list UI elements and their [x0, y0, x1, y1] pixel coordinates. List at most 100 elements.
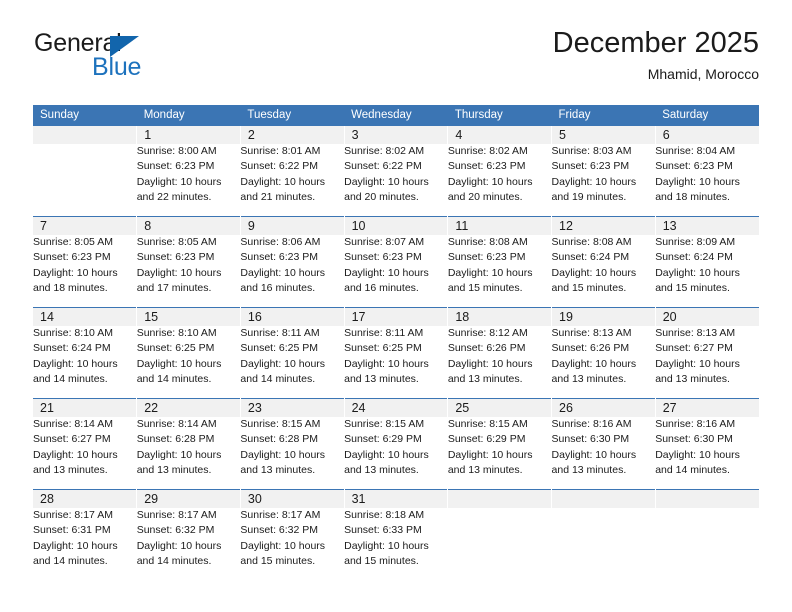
sun-times-text: Sunrise: 8:16 AM Sunset: 6:30 PM Dayligh…: [655, 418, 740, 477]
day-number-cell[interactable]: 5: [551, 126, 656, 144]
day-number: 3: [351, 128, 359, 142]
day-number-cell[interactable]: 11: [447, 216, 553, 235]
day-detail-cell[interactable]: Sunrise: 8:02 AM Sunset: 6:22 PM Dayligh…: [344, 144, 448, 217]
day-detail-cell[interactable]: Sunrise: 8:03 AM Sunset: 6:23 PM Dayligh…: [552, 144, 656, 217]
day-number-cell[interactable]: 19: [551, 307, 656, 326]
day-number-cell[interactable]: 3: [344, 126, 449, 144]
day-number: [33, 126, 136, 128]
day-detail-cell[interactable]: Sunrise: 8:08 AM Sunset: 6:24 PM Dayligh…: [552, 235, 656, 308]
weekday-header-tuesday: Tuesday: [240, 105, 345, 126]
day-detail-cell[interactable]: Sunrise: 8:11 AM Sunset: 6:25 PM Dayligh…: [344, 326, 448, 399]
empty-day-cell: [33, 126, 138, 144]
day-number-cell[interactable]: 28: [33, 489, 138, 508]
sun-times-text: Sunrise: 8:17 AM Sunset: 6:32 PM Dayligh…: [136, 509, 222, 568]
weekday-header-saturday: Saturday: [655, 105, 759, 126]
day-number-cell[interactable]: 29: [136, 489, 241, 508]
day-detail-cell[interactable]: Sunrise: 8:01 AM Sunset: 6:22 PM Dayligh…: [240, 144, 344, 217]
day-detail-cell[interactable]: Sunrise: 8:08 AM Sunset: 6:23 PM Dayligh…: [448, 235, 552, 308]
day-number: 22: [144, 401, 159, 415]
day-number-cell[interactable]: 2: [240, 126, 345, 144]
sun-times-text: Sunrise: 8:15 AM Sunset: 6:29 PM Dayligh…: [344, 418, 429, 477]
day-detail-cell[interactable]: Sunrise: 8:17 AM Sunset: 6:31 PM Dayligh…: [33, 508, 137, 580]
day-number-cell[interactable]: 27: [655, 398, 759, 417]
day-detail-cell[interactable]: Sunrise: 8:10 AM Sunset: 6:25 PM Dayligh…: [137, 326, 241, 399]
day-number-cell[interactable]: 10: [344, 216, 449, 235]
day-number-cell[interactable]: 20: [655, 307, 759, 326]
sun-times-text: Sunrise: 8:17 AM Sunset: 6:31 PM Dayligh…: [33, 509, 118, 568]
day-number-cell[interactable]: 21: [33, 398, 138, 417]
day-detail-cell[interactable]: Sunrise: 8:16 AM Sunset: 6:30 PM Dayligh…: [655, 417, 759, 490]
day-detail-cell[interactable]: Sunrise: 8:09 AM Sunset: 6:24 PM Dayligh…: [655, 235, 759, 308]
day-number-cell[interactable]: 17: [344, 307, 449, 326]
day-number-cell[interactable]: 14: [33, 307, 138, 326]
day-number-cell[interactable]: 16: [240, 307, 345, 326]
day-number: 2: [247, 128, 255, 142]
day-detail-cell[interactable]: Sunrise: 8:02 AM Sunset: 6:23 PM Dayligh…: [448, 144, 552, 217]
day-detail-cell[interactable]: Sunrise: 8:15 AM Sunset: 6:28 PM Dayligh…: [240, 417, 344, 490]
week-detail-row: Sunrise: 8:10 AM Sunset: 6:24 PM Dayligh…: [33, 326, 759, 399]
day-number-cell[interactable]: 26: [551, 398, 656, 417]
weekday-header-thursday: Thursday: [447, 105, 552, 126]
empty-detail-cell: [552, 508, 656, 580]
sun-times-text: Sunrise: 8:14 AM Sunset: 6:28 PM Dayligh…: [136, 418, 222, 477]
day-number-cell[interactable]: 4: [447, 126, 553, 144]
sun-times-text: Sunrise: 8:11 AM Sunset: 6:25 PM Dayligh…: [240, 327, 326, 386]
day-detail-cell[interactable]: Sunrise: 8:12 AM Sunset: 6:26 PM Dayligh…: [448, 326, 552, 399]
day-number-cell[interactable]: 18: [447, 307, 553, 326]
day-number-cell[interactable]: 30: [240, 489, 345, 508]
day-detail-cell[interactable]: Sunrise: 8:16 AM Sunset: 6:30 PM Dayligh…: [552, 417, 656, 490]
day-number: 11: [455, 219, 469, 233]
day-number-cell[interactable]: 13: [655, 216, 759, 235]
day-detail-cell[interactable]: Sunrise: 8:11 AM Sunset: 6:25 PM Dayligh…: [240, 326, 344, 399]
week-detail-row: Sunrise: 8:00 AM Sunset: 6:23 PM Dayligh…: [33, 144, 759, 217]
day-detail-cell[interactable]: Sunrise: 8:00 AM Sunset: 6:23 PM Dayligh…: [137, 144, 241, 217]
sun-times-text: Sunrise: 8:18 AM Sunset: 6:33 PM Dayligh…: [344, 509, 429, 568]
day-number-cell[interactable]: 7: [33, 216, 138, 235]
sun-times-text: Sunrise: 8:17 AM Sunset: 6:32 PM Dayligh…: [240, 509, 326, 568]
day-number-cell[interactable]: 23: [240, 398, 345, 417]
week-detail-row: Sunrise: 8:14 AM Sunset: 6:27 PM Dayligh…: [33, 417, 759, 490]
day-number: 20: [662, 310, 677, 324]
day-number: 27: [662, 401, 677, 415]
day-detail-cell[interactable]: Sunrise: 8:06 AM Sunset: 6:23 PM Dayligh…: [240, 235, 344, 308]
day-detail-cell[interactable]: Sunrise: 8:15 AM Sunset: 6:29 PM Dayligh…: [344, 417, 448, 490]
logo-text-blue: Blue: [92, 53, 142, 81]
day-number-cell[interactable]: 31: [344, 489, 449, 508]
day-detail-cell[interactable]: Sunrise: 8:18 AM Sunset: 6:33 PM Dayligh…: [344, 508, 448, 580]
day-number-cell[interactable]: 9: [240, 216, 345, 235]
day-detail-cell[interactable]: Sunrise: 8:17 AM Sunset: 6:32 PM Dayligh…: [240, 508, 344, 580]
day-detail-cell[interactable]: Sunrise: 8:14 AM Sunset: 6:28 PM Dayligh…: [137, 417, 241, 490]
day-number-cell[interactable]: 8: [136, 216, 241, 235]
day-detail-cell[interactable]: Sunrise: 8:17 AM Sunset: 6:32 PM Dayligh…: [137, 508, 241, 580]
calendar-body: 1 2 3 4 5 6 Sunrise: 8:00 AM Sunset: 6:23 PM D…: [33, 126, 759, 580]
day-number-cell[interactable]: 1: [136, 126, 241, 144]
day-detail-cell[interactable]: Sunrise: 8:07 AM Sunset: 6:23 PM Dayligh…: [344, 235, 448, 308]
day-detail-cell[interactable]: Sunrise: 8:10 AM Sunset: 6:24 PM Dayligh…: [33, 326, 137, 399]
day-detail-cell[interactable]: Sunrise: 8:14 AM Sunset: 6:27 PM Dayligh…: [33, 417, 137, 490]
week-daynumber-row: 1 2 3 4 5 6: [33, 126, 759, 144]
day-number: 31: [351, 492, 366, 506]
title-block: December 2025 Mhamid, Morocco: [553, 27, 759, 82]
weekday-header-friday: Friday: [551, 105, 656, 126]
day-detail-cell[interactable]: Sunrise: 8:13 AM Sunset: 6:26 PM Dayligh…: [552, 326, 656, 399]
day-number-cell[interactable]: 22: [136, 398, 241, 417]
day-number-cell[interactable]: 6: [655, 126, 759, 144]
day-number-cell[interactable]: 12: [551, 216, 656, 235]
day-detail-cell[interactable]: Sunrise: 8:05 AM Sunset: 6:23 PM Dayligh…: [33, 235, 137, 308]
day-number: [448, 490, 551, 492]
day-detail-cell[interactable]: Sunrise: 8:05 AM Sunset: 6:23 PM Dayligh…: [137, 235, 241, 308]
day-number: 10: [351, 219, 366, 233]
day-number-cell[interactable]: 24: [344, 398, 449, 417]
day-number: 28: [40, 492, 54, 506]
day-number-cell[interactable]: 15: [136, 307, 241, 326]
day-detail-cell[interactable]: Sunrise: 8:15 AM Sunset: 6:29 PM Dayligh…: [448, 417, 552, 490]
day-number: 23: [247, 401, 262, 415]
day-number: 17: [351, 310, 366, 324]
day-number-cell[interactable]: 25: [447, 398, 553, 417]
sun-times-text: Sunrise: 8:05 AM Sunset: 6:23 PM Dayligh…: [136, 236, 222, 295]
day-detail-cell[interactable]: Sunrise: 8:13 AM Sunset: 6:27 PM Dayligh…: [655, 326, 759, 399]
day-number: 4: [455, 128, 463, 142]
week-detail-row: Sunrise: 8:17 AM Sunset: 6:31 PM Dayligh…: [33, 508, 759, 580]
day-detail-cell[interactable]: Sunrise: 8:04 AM Sunset: 6:23 PM Dayligh…: [655, 144, 759, 217]
day-number: 12: [559, 219, 573, 233]
